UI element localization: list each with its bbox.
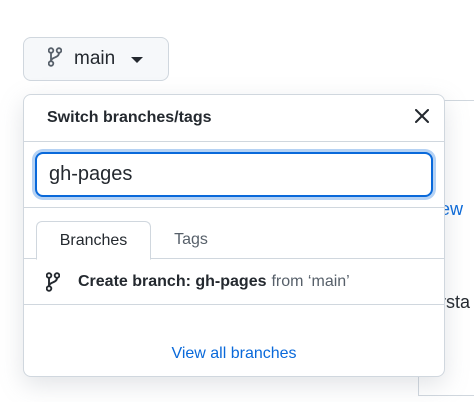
create-branch-label: Create branch: gh-pages [78,272,267,290]
branch-search-input[interactable] [35,152,433,197]
panel-title: Switch branches/tags [47,109,212,126]
search-area [24,142,444,208]
branch-name-label: main [74,48,116,69]
tab-tags[interactable]: Tags [155,221,227,259]
git-branch-icon [46,271,64,293]
create-branch-item[interactable]: Create branch: gh-pages from ‘main’ [24,259,444,305]
close-icon[interactable] [410,104,434,128]
panel-header: Switch branches/tags [24,95,444,142]
branch-switcher-panel: Switch branches/tags Branches Tags [23,94,445,377]
view-all-branches-link[interactable]: View all branches [24,345,444,363]
tab-bar: Branches Tags [24,221,444,260]
tab-branches[interactable]: Branches [36,221,151,260]
triangle-down-icon [131,57,144,63]
git-branch-icon [47,46,63,72]
create-branch-source: from ‘main’ [271,272,350,290]
stage: iew rsta main Switch branches/tags gh-pa… [0,0,474,402]
branch-selector-button[interactable]: main [23,37,169,81]
